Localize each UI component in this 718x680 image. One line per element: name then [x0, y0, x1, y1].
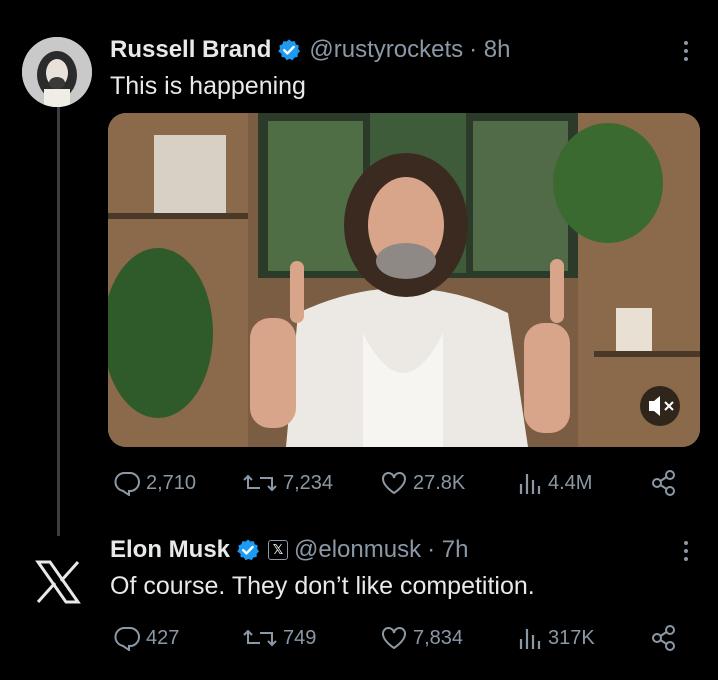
reply-button[interactable]: 2,710: [113, 470, 196, 496]
reply-count: 2,710: [146, 471, 197, 494]
share-icon[interactable]: [650, 469, 678, 497]
reply-button[interactable]: 427: [113, 625, 179, 651]
verified-icon: [278, 39, 301, 61]
views-chart-icon: [519, 474, 541, 494]
tweet-header: Russell Brand @rustyrockets · 8h: [110, 36, 510, 64]
tweet-header: Elon Musk 𝕏 @elonmusk · 7h: [110, 536, 468, 564]
tweet-text: Of course. They don’t like competition.: [110, 572, 535, 600]
share-icon[interactable]: [650, 624, 678, 652]
repost-count: 7,234: [283, 471, 334, 494]
repost-icon: [243, 629, 277, 647]
like-button[interactable]: 27.8K: [380, 470, 465, 496]
heart-icon: [382, 627, 406, 650]
reply-icon: [114, 471, 140, 496]
repost-count: 749: [283, 626, 317, 649]
like-count: 27.8K: [413, 471, 466, 494]
view-count: 317K: [548, 626, 595, 649]
views-button[interactable]: 317K: [517, 625, 595, 651]
tweet-text: This is happening: [110, 72, 306, 100]
handle[interactable]: @rustyrockets: [309, 36, 463, 64]
view-count: 4.4M: [548, 471, 593, 494]
handle[interactable]: @elonmusk: [294, 536, 421, 564]
reply-count: 427: [146, 626, 180, 649]
repost-icon: [243, 474, 277, 492]
avatar-image: [22, 37, 92, 107]
video-thumbnail: [108, 113, 700, 447]
heart-icon: [382, 472, 406, 495]
like-count: 7,834: [413, 626, 464, 649]
verified-icon: [237, 539, 260, 561]
repost-button[interactable]: 749: [242, 625, 316, 651]
display-name[interactable]: Elon Musk: [110, 536, 230, 564]
like-button[interactable]: 7,834: [380, 625, 463, 651]
timestamp[interactable]: · 8h: [469, 36, 510, 64]
x-affiliate-badge-icon: 𝕏: [268, 540, 289, 560]
avatar[interactable]: [22, 37, 92, 107]
repost-button[interactable]: 7,234: [242, 470, 333, 496]
more-options-icon[interactable]: [673, 538, 699, 564]
more-options-icon[interactable]: [673, 38, 699, 64]
video-player[interactable]: [108, 113, 700, 447]
display-name[interactable]: Russell Brand: [110, 36, 271, 64]
reply-icon: [114, 626, 140, 651]
views-button[interactable]: 4.4M: [517, 470, 592, 496]
views-chart-icon: [519, 629, 541, 649]
x-logo-icon[interactable]: [32, 556, 84, 608]
timestamp[interactable]: · 7h: [427, 536, 468, 564]
thread-line: [57, 106, 60, 536]
